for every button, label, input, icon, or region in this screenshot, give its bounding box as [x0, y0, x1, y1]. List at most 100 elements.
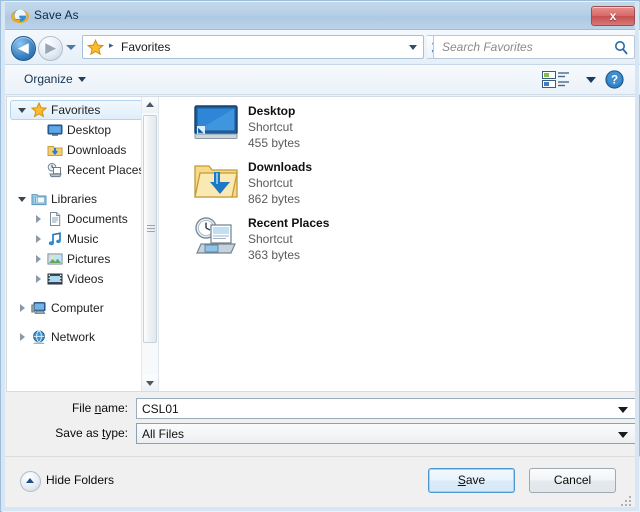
file-name-dropdown-icon[interactable] [618, 407, 628, 413]
favorites-star-icon [86, 38, 105, 56]
forward-arrow-icon: ▶ [45, 40, 56, 55]
collapse-arrow-icon [20, 471, 41, 492]
pictures-icon [47, 251, 63, 267]
breadcrumb-separator: ▸ [109, 40, 114, 50]
network-icon [31, 329, 47, 345]
sidebar-item-music[interactable]: Music [7, 229, 158, 249]
save-as-type-dropdown-icon[interactable] [618, 432, 628, 438]
forward-button[interactable]: ▶ [38, 36, 63, 61]
documents-icon [47, 211, 63, 227]
close-button[interactable]: x [591, 6, 635, 26]
sidebar-item-label: Desktop [67, 123, 112, 137]
expand-triangle-right-icon[interactable] [33, 209, 45, 229]
sidebar-item-computer[interactable]: Computer [7, 298, 158, 318]
sidebar-item-label: Recent Places [67, 163, 145, 177]
cancel-button[interactable]: Cancel [529, 468, 616, 493]
scrollbar-grip-icon [147, 225, 155, 233]
search-input[interactable]: Search Favorites [442, 40, 533, 54]
address-bar[interactable]: ▸ Favorites [82, 35, 424, 59]
expand-triangle-down-icon[interactable] [17, 189, 29, 209]
file-item-size: 862 bytes [248, 192, 301, 206]
music-icon [47, 231, 63, 247]
file-list-item[interactable]: Downloads Shortcut 862 bytes [160, 153, 635, 209]
save-button[interactable]: Save [428, 468, 515, 493]
desktop-shortcut-icon [193, 104, 239, 146]
expand-triangle-right-icon[interactable] [17, 327, 29, 347]
sidebar-item-label: Videos [67, 272, 104, 286]
navigation-pane-scrollbar[interactable] [141, 97, 158, 391]
computer-icon [31, 300, 47, 316]
sidebar-item-label: Favorites [51, 103, 101, 117]
sidebar-item-favorites[interactable]: Favorites [7, 100, 158, 120]
file-item-type: Shortcut [248, 120, 293, 134]
sidebar-item-documents[interactable]: Documents [7, 209, 158, 229]
sidebar-item-label: Libraries [51, 192, 98, 206]
tree-group-spacer [7, 180, 158, 189]
help-icon: ? [605, 70, 624, 89]
sidebar-item-pictures[interactable]: Pictures [7, 249, 158, 269]
resize-grip[interactable] [621, 496, 633, 508]
save-form: File name: CSL01 Save as type: All Files [6, 397, 636, 449]
view-mode-icon [542, 71, 569, 88]
expand-triangle-right-icon[interactable] [17, 298, 29, 318]
scrollbar-thumb[interactable] [143, 115, 157, 343]
view-mode-dropdown-icon[interactable] [586, 77, 596, 83]
desktop-icon [47, 122, 63, 138]
navigation-pane: Favorites Desktop Downloads Recent Places Li… [7, 97, 159, 391]
file-list-item[interactable]: Recent Places Shortcut 363 bytes [160, 209, 635, 265]
sidebar-item-label: Documents [67, 212, 128, 226]
libraries-icon [31, 191, 47, 207]
title-bar: Save As x [2, 2, 640, 30]
file-item-name: Downloads [248, 160, 313, 174]
navigation-bar: ◀ ▶ ▸ Favorites Search Favorites [2, 30, 640, 65]
organize-button[interactable]: Organize [24, 72, 86, 86]
file-name-label: File name: [71, 401, 128, 415]
tree-group-spacer [7, 289, 158, 298]
expand-triangle-right-icon[interactable] [33, 249, 45, 269]
sidebar-item-libraries[interactable]: Libraries [7, 189, 158, 209]
back-arrow-icon: ◀ [18, 40, 29, 55]
internet-explorer-icon [11, 7, 29, 25]
sidebar-item-label: Network [51, 330, 96, 344]
recent-places-shortcut-icon [193, 216, 239, 258]
sidebar-item-videos[interactable]: Videos [7, 269, 158, 289]
downloads-icon [47, 142, 63, 158]
browser-pane: Favorites Desktop Downloads Recent Places Li… [6, 96, 636, 392]
file-item-type: Shortcut [248, 176, 293, 190]
save-as-type-select[interactable]: All Files [136, 423, 636, 444]
scroll-up-button[interactable] [142, 97, 158, 113]
expand-triangle-down-icon[interactable] [17, 100, 29, 120]
chevron-down-icon [77, 77, 86, 83]
search-box[interactable]: Search Favorites [433, 35, 635, 59]
breadcrumb[interactable]: Favorites [121, 40, 170, 54]
expand-triangle-right-icon[interactable] [33, 269, 45, 289]
file-list[interactable]: Desktop Shortcut 455 bytes Downloads Shortcu… [160, 97, 635, 391]
sidebar-item-downloads[interactable]: Downloads [7, 140, 158, 160]
file-item-name: Desktop [248, 104, 296, 118]
sidebar-item-recent-places[interactable]: Recent Places [7, 160, 158, 180]
save-as-dialog: Save As x ◀ ▶ ▸ Favorites Search Favorit… [0, 0, 640, 512]
recent-locations-button[interactable] [65, 42, 77, 54]
file-name-input[interactable]: CSL01 [136, 398, 636, 419]
address-dropdown-icon[interactable] [409, 45, 417, 50]
sidebar-item-desktop[interactable]: Desktop [7, 120, 158, 140]
organize-label: Organize [24, 72, 73, 86]
downloads-shortcut-icon [193, 160, 239, 202]
save-as-type-label: Save as type: [55, 426, 128, 440]
scroll-down-button[interactable] [142, 375, 158, 391]
chevron-down-icon [66, 45, 76, 50]
dialog-footer: Hide Folders Save Cancel [2, 456, 640, 512]
sidebar-item-network[interactable]: Network [7, 327, 158, 347]
file-item-name: Recent Places [248, 216, 330, 230]
close-icon: x [609, 9, 617, 23]
view-mode-button[interactable] [542, 71, 576, 89]
command-toolbar: Organize ? [2, 65, 640, 95]
back-button[interactable]: ◀ [11, 36, 36, 61]
save-as-type-value: All Files [142, 427, 185, 441]
search-icon [614, 40, 628, 55]
folder-tree: Favorites Desktop Downloads Recent Places Li… [7, 100, 158, 347]
file-list-item[interactable]: Desktop Shortcut 455 bytes [160, 97, 635, 153]
file-name-value: CSL01 [142, 402, 179, 416]
help-button[interactable]: ? [605, 70, 624, 89]
expand-triangle-right-icon[interactable] [33, 229, 45, 249]
